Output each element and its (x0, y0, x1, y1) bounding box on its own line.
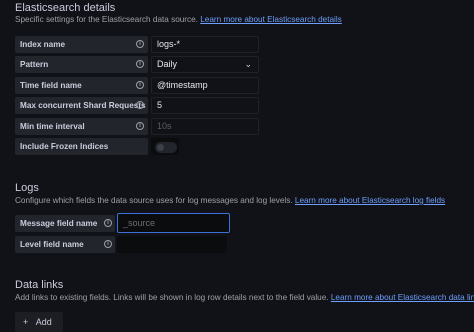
elasticsearch-section-title: Elasticsearch details (15, 2, 116, 14)
max-shard-label: Max concurrent Shard Requests (15, 97, 148, 114)
elasticsearch-desc-text: Specific settings for the Elasticsearch … (15, 15, 198, 24)
info-icon[interactable]: i (136, 122, 144, 130)
info-icon[interactable]: i (136, 60, 144, 68)
max-shard-input[interactable]: 5 (151, 97, 259, 114)
logs-desc-text: Configure which fields the data source u… (15, 196, 293, 205)
info-icon[interactable]: i (104, 219, 112, 227)
frozen-indices-label: Include Frozen Indices (15, 138, 148, 155)
toggle-knob (157, 144, 164, 151)
min-time-label: Min time interval (15, 118, 148, 135)
data-links-section-description: Add links to existing fields. Links will… (15, 293, 474, 302)
min-time-input[interactable]: 10s (151, 118, 259, 135)
time-field-input[interactable]: @timestamp (151, 77, 259, 94)
pattern-select-value: Daily (157, 59, 178, 69)
elasticsearch-section-description: Specific settings for the Elasticsearch … (15, 15, 342, 24)
time-field-label: Time field name (15, 77, 148, 94)
logs-section-title: Logs (15, 182, 39, 194)
info-icon[interactable]: i (136, 101, 144, 109)
logs-section-description: Configure which fields the data source u… (15, 196, 445, 205)
log-fields-link[interactable]: Learn more about Elasticsearch log field… (295, 196, 445, 205)
level-field-input[interactable] (117, 236, 227, 253)
pattern-label: Pattern (15, 56, 148, 73)
message-field-label: Message field name (15, 215, 115, 232)
index-name-input[interactable]: logs-* (151, 36, 259, 53)
level-field-label: Level field name (15, 236, 115, 253)
message-field-input[interactable]: _source (117, 213, 230, 233)
chevron-down-icon: ⌄ (244, 59, 252, 69)
frozen-indices-toggle-area (151, 138, 179, 155)
data-links-link[interactable]: Learn more about Elasticsearch data link… (331, 293, 474, 302)
info-icon[interactable]: i (136, 40, 144, 48)
pattern-select[interactable]: Daily ⌄ (151, 56, 259, 73)
info-icon[interactable]: i (104, 240, 112, 248)
plus-icon: + (23, 317, 29, 327)
add-data-link-button[interactable]: + Add (15, 312, 63, 332)
info-icon[interactable]: i (136, 81, 144, 89)
index-name-label: Index name (15, 36, 148, 53)
frozen-indices-toggle[interactable] (155, 142, 177, 153)
elasticsearch-details-link[interactable]: Learn more about Elasticsearch details (200, 15, 342, 24)
add-button-label: Add (35, 317, 52, 327)
data-links-desc-text: Add links to existing fields. Links will… (15, 293, 329, 302)
data-links-section-title: Data links (15, 279, 64, 291)
